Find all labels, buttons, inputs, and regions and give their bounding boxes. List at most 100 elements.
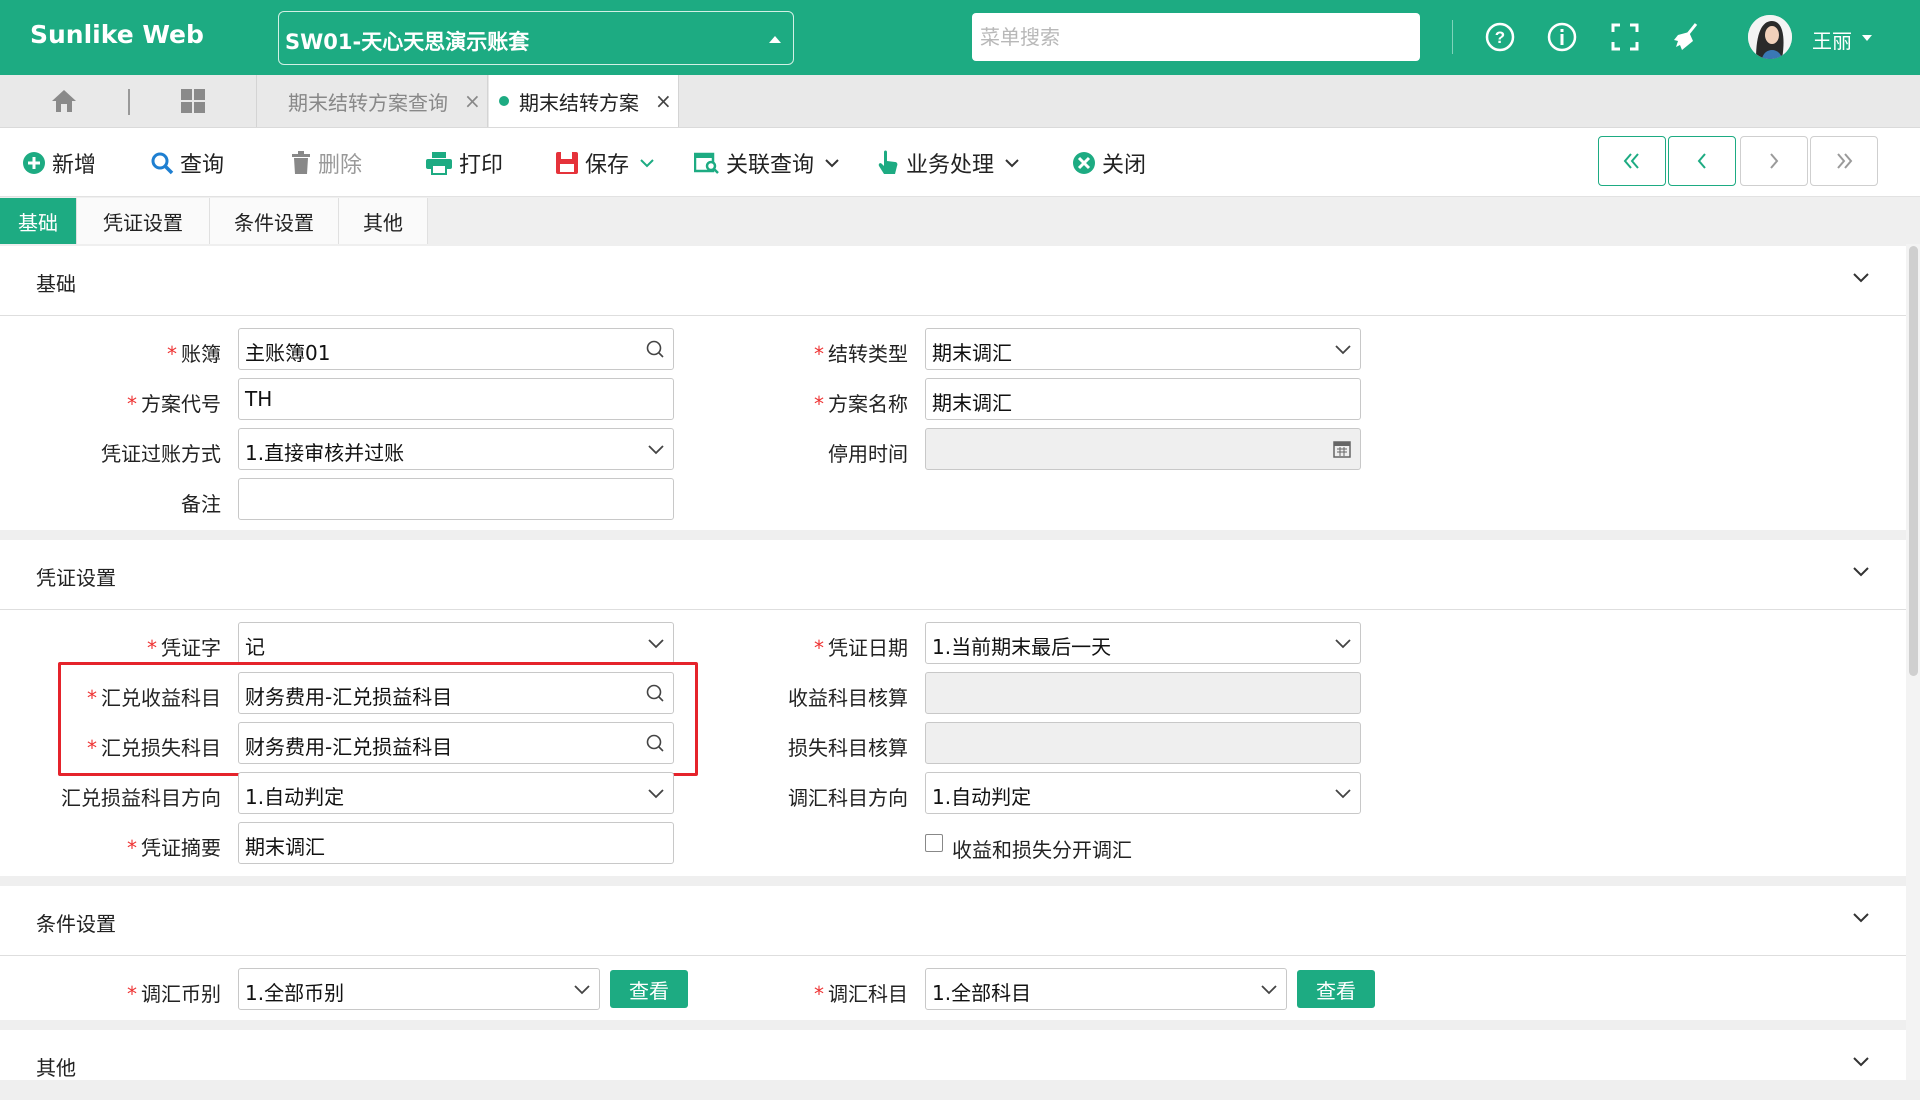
- broom-icon[interactable]: [1670, 20, 1704, 54]
- svg-text:?: ?: [1495, 28, 1505, 47]
- add-button[interactable]: 新增: [22, 148, 96, 178]
- first-record-button[interactable]: [1598, 136, 1666, 186]
- menu-search-input[interactable]: [972, 13, 1420, 61]
- add-label: 新增: [52, 153, 97, 178]
- related-query-button[interactable]: 关联查询: [694, 148, 846, 178]
- section-header[interactable]: 其他: [0, 1030, 1906, 1100]
- currency-select[interactable]: 1.全部币别: [238, 968, 600, 1010]
- adj-direction-select[interactable]: 1.自动判定: [925, 772, 1361, 814]
- user-name[interactable]: 王丽: [1812, 25, 1852, 54]
- close-label: 关闭: [1102, 153, 1147, 178]
- close-icon[interactable]: ×: [655, 89, 672, 113]
- next-record-button[interactable]: [1740, 136, 1808, 186]
- print-button[interactable]: 打印: [425, 148, 503, 178]
- view-account-button[interactable]: 查看: [1297, 970, 1375, 1008]
- chevron-down-icon: [574, 985, 590, 995]
- code-label: * 方案代号: [127, 392, 221, 416]
- adjust-account-select[interactable]: 1.全部科目: [925, 968, 1287, 1010]
- chevron-down-icon[interactable]: [1852, 272, 1870, 284]
- query-label: 查询: [180, 153, 225, 178]
- search-icon[interactable]: [645, 339, 665, 359]
- chevron-down-icon[interactable]: [1862, 35, 1872, 41]
- tab-label: 期末结转方案: [519, 90, 639, 115]
- tab-period-end-scheme[interactable]: 期末结转方案 ×: [489, 75, 679, 127]
- scrollbar[interactable]: [1906, 244, 1920, 1080]
- chevron-down-icon: [1335, 345, 1351, 355]
- help-icon[interactable]: ?: [1483, 20, 1517, 54]
- delete-button[interactable]: 删除: [290, 148, 362, 178]
- voucher-date-label: * 凭证日期: [814, 636, 908, 660]
- tab-period-end-query[interactable]: 期末结转方案查询 ×: [258, 75, 488, 127]
- form-tabs: 基础 凭证设置 条件设置 其他: [0, 198, 428, 244]
- section-header[interactable]: 凭证设置: [0, 540, 1906, 610]
- printer-icon: [426, 152, 452, 175]
- chevron-down-icon[interactable]: [639, 158, 655, 168]
- scrollbar-thumb[interactable]: [1909, 246, 1918, 676]
- disable-time-label: 停用时间: [828, 442, 908, 466]
- adj-direction-label: 调汇科目方向: [788, 786, 908, 810]
- disable-time-field[interactable]: [925, 428, 1361, 470]
- caret-up-icon: [769, 36, 781, 43]
- chevron-down-icon[interactable]: [1004, 158, 1020, 168]
- loss-accounting-field[interactable]: [925, 722, 1361, 764]
- remark-input[interactable]: [238, 478, 674, 520]
- section-title: 其他: [36, 1056, 76, 1080]
- chevrons-right-icon: [1837, 153, 1853, 169]
- voucher-word-select[interactable]: 记: [238, 622, 674, 664]
- avatar[interactable]: [1748, 15, 1792, 59]
- fullscreen-icon[interactable]: [1608, 20, 1642, 54]
- direction-select[interactable]: 1.自动判定: [238, 772, 674, 814]
- chevron-left-icon: [1697, 153, 1706, 169]
- voucher-word-label: * 凭证字: [147, 636, 221, 660]
- close-button[interactable]: 关闭: [1072, 148, 1146, 178]
- info-icon[interactable]: [1545, 20, 1579, 54]
- summary-input[interactable]: 期末调汇: [238, 822, 674, 864]
- tab-voucher-settings[interactable]: 凭证设置: [77, 198, 210, 244]
- business-process-button[interactable]: 业务处理: [876, 148, 1026, 178]
- posting-method-select[interactable]: 1.直接审核并过账: [238, 428, 674, 470]
- separate-adjust-label: 收益和损失分开调汇: [952, 838, 1132, 862]
- save-label: 保存: [585, 153, 630, 178]
- direction-label: 汇兑损益科目方向: [61, 786, 221, 810]
- tab-basic[interactable]: 基础: [0, 198, 77, 244]
- chevron-down-icon: [648, 445, 664, 455]
- close-circle-icon: [1073, 152, 1095, 174]
- chevron-down-icon: [648, 789, 664, 799]
- home-icon[interactable]: [50, 88, 78, 114]
- last-record-button[interactable]: [1810, 136, 1878, 186]
- section-header[interactable]: 条件设置: [0, 886, 1906, 956]
- divider: [128, 89, 130, 115]
- remark-label: 备注: [181, 492, 221, 516]
- prev-record-button[interactable]: [1668, 136, 1736, 186]
- chevron-down-icon[interactable]: [1852, 912, 1870, 924]
- chevron-down-icon[interactable]: [1852, 566, 1870, 578]
- gain-accounting-field[interactable]: [925, 672, 1361, 714]
- save-button[interactable]: 保存: [555, 148, 661, 178]
- query-button[interactable]: 查询: [150, 148, 224, 178]
- account-selector[interactable]: SW01-天心天思演示账套: [278, 11, 794, 65]
- view-currency-button[interactable]: 查看: [610, 970, 688, 1008]
- chevron-down-icon[interactable]: [1852, 1056, 1870, 1068]
- tab-condition-settings[interactable]: 条件设置: [210, 198, 339, 244]
- separate-adjust-checkbox[interactable]: [925, 834, 943, 852]
- delete-label: 删除: [318, 153, 363, 178]
- voucher-date-select[interactable]: 1.当前期末最后一天: [925, 622, 1361, 664]
- section-header[interactable]: 基础: [0, 246, 1906, 316]
- transfer-type-select[interactable]: 期末调汇: [925, 328, 1361, 370]
- calendar-icon[interactable]: [1332, 439, 1352, 459]
- section-title: 基础: [36, 272, 76, 296]
- related-query-icon: [694, 152, 719, 174]
- close-icon[interactable]: ×: [464, 89, 481, 113]
- transfer-type-label: * 结转类型: [814, 342, 908, 366]
- book-field[interactable]: 主账簿01: [238, 328, 674, 370]
- top-bar: Sunlike Web SW01-天心天思演示账套 ? 王丽: [0, 0, 1920, 75]
- tab-other[interactable]: 其他: [339, 198, 428, 244]
- chevron-down-icon[interactable]: [824, 158, 840, 168]
- code-input[interactable]: TH: [238, 378, 674, 420]
- grid-icon[interactable]: [180, 88, 206, 114]
- active-dot-icon: [499, 96, 509, 106]
- gain-accounting-label: 收益科目核算: [788, 686, 908, 710]
- name-input[interactable]: 期末调汇: [925, 378, 1361, 420]
- trash-icon: [292, 151, 310, 174]
- chevron-down-icon: [1335, 789, 1351, 799]
